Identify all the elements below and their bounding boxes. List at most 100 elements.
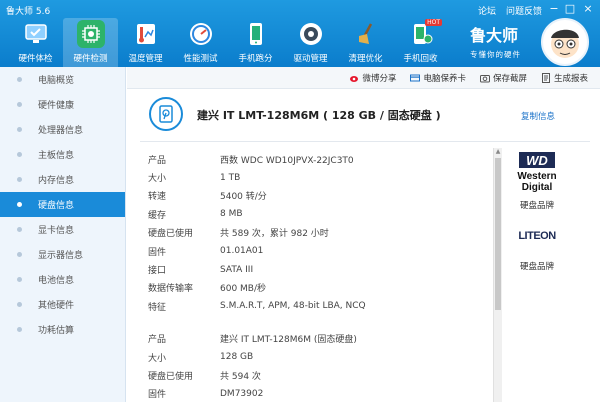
western-digital-brand: WD Western Digital 硬盘品牌 <box>510 150 564 211</box>
table-row: 硬盘已使用 共 589 次，累计 982 小时 <box>148 224 488 242</box>
row-key: 缓存 <box>148 210 167 221</box>
bullet-icon <box>17 152 22 157</box>
nav-label: 手机回收 <box>403 54 438 64</box>
row-key: 大小 <box>148 353 167 364</box>
sidebar-item-other[interactable]: 其他硬件 <box>0 292 125 317</box>
sidebar: 电脑概览 硬件健康 处理器信息 主板信息 内存信息 硬盘信息 显卡信息 显示器信… <box>0 67 126 402</box>
row-value: S.M.A.R.T, APM, 48-bit LBA, NCQ <box>220 301 366 312</box>
row-key: 接口 <box>148 266 167 277</box>
thermometer-icon <box>132 20 160 48</box>
nav-performance[interactable]: 性能测试 <box>173 18 228 67</box>
card-icon <box>410 74 421 81</box>
nav-label: 清理优化 <box>348 54 383 64</box>
table-row: 固件 01.01A01 <box>148 242 488 260</box>
save-screenshot-button[interactable]: 保存截屏 <box>479 72 527 84</box>
sidebar-item-monitor[interactable]: 显示器信息 <box>0 242 125 267</box>
sidebar-item-motherboard[interactable]: 主板信息 <box>0 142 125 167</box>
nav-hardware-detect[interactable]: 硬件检测 <box>63 18 118 67</box>
brand-caption: 硬盘品牌 <box>519 262 554 272</box>
row-value: 建兴 IT LMT-128M6M (固态硬盘) <box>220 335 357 346</box>
bullet-icon <box>17 277 22 282</box>
nav-phone-benchmark[interactable]: 手机跑分 <box>228 18 283 67</box>
western-digital-logo: WD Western Digital <box>515 150 559 194</box>
close-button[interactable]: × <box>582 2 594 15</box>
mascot-avatar[interactable] <box>541 18 589 66</box>
nav-clean[interactable]: 清理优化 <box>338 18 393 67</box>
brand: 鲁大师 专懂你的硬件 <box>470 22 521 60</box>
table-row: 转速 5400 转/分 <box>148 187 488 205</box>
sidebar-item-overview[interactable]: 电脑概览 <box>0 67 125 92</box>
tool-label: 生成报表 <box>553 73 588 84</box>
table-row: 产品 西数 WDC WD10JPVX-22JC3T0 <box>148 150 488 168</box>
row-key: 特征 <box>148 302 167 313</box>
liteon-brand: LITEON 硬盘品牌 <box>510 228 564 272</box>
nav-label: 驱动管理 <box>293 54 328 64</box>
sidebar-item-battery[interactable]: 电池信息 <box>0 267 125 292</box>
feedback-link[interactable]: 问题反馈 <box>506 4 542 17</box>
nav-label: 硬件体检 <box>18 54 53 64</box>
row-value: 01.01A01 <box>220 246 264 257</box>
tool-label: 微博分享 <box>362 73 397 84</box>
sidebar-item-power[interactable]: 功耗估算 <box>0 317 125 342</box>
nav-driver[interactable]: 驱动管理 <box>283 18 338 67</box>
scroll-thumb[interactable] <box>495 158 501 310</box>
generate-report-button[interactable]: 生成报表 <box>541 72 588 84</box>
speedometer-icon <box>187 20 215 48</box>
hot-badge: HOT <box>425 19 442 26</box>
nav-phone-recycle[interactable]: HOT 手机回收 <box>393 18 448 67</box>
sidebar-item-cpu[interactable]: 处理器信息 <box>0 117 125 142</box>
scroll-up-icon[interactable]: ▲ <box>494 148 502 157</box>
monitor-check-icon <box>22 20 50 48</box>
copy-info-link[interactable]: 复制信息 <box>521 110 555 122</box>
bullet-icon <box>17 327 22 332</box>
scrollbar[interactable]: ▲ <box>493 148 502 402</box>
maintenance-card-button[interactable]: 电脑保养卡 <box>410 72 466 84</box>
row-key: 硬盘已使用 <box>148 371 194 382</box>
nav-label: 硬件检测 <box>73 54 108 64</box>
sidebar-item-label: 显示器信息 <box>38 251 84 261</box>
phone-icon <box>242 20 270 48</box>
forum-link[interactable]: 论坛 <box>478 4 496 17</box>
tool-label: 电脑保养卡 <box>423 73 466 84</box>
nav-hardware-checkup[interactable]: 硬件体检 <box>8 18 63 67</box>
sidebar-item-label: 功耗估算 <box>38 326 75 336</box>
row-value: 共 589 次，累计 982 小时 <box>220 229 329 240</box>
broom-icon <box>352 20 380 48</box>
table-row: 固件 DM73902 <box>148 385 488 402</box>
nav-label: 温度管理 <box>128 54 163 64</box>
maximize-button[interactable]: □ <box>564 2 576 15</box>
sidebar-item-disk[interactable]: 硬盘信息 <box>0 192 125 217</box>
row-value: 西数 WDC WD10JPVX-22JC3T0 <box>220 155 354 166</box>
row-key: 固件 <box>148 247 167 258</box>
weibo-icon <box>350 75 359 82</box>
bullet-icon <box>17 177 22 182</box>
row-value: 共 594 次 <box>220 371 261 382</box>
row-key: 产品 <box>148 155 167 166</box>
bullet-icon <box>17 127 22 132</box>
tool-label: 保存截屏 <box>492 73 527 84</box>
bullet-icon <box>17 227 22 232</box>
table-row: 产品 建兴 IT LMT-128M6M (固态硬盘) <box>148 330 488 348</box>
table-row: 硬盘已使用 共 594 次 <box>148 366 488 384</box>
page-title: 建兴 IT LMT-128M6M ( 128 GB / 固态硬盘 ) <box>197 109 441 122</box>
row-key: 数据传输率 <box>148 284 194 295</box>
window-links: 论坛 问题反馈 <box>478 4 542 17</box>
disk-info-table: 产品 西数 WDC WD10JPVX-22JC3T0 大小 1 TB 转速 5400 … <box>148 150 488 402</box>
nav-temperature[interactable]: 温度管理 <box>118 18 173 67</box>
table-row: 缓存 8 MB <box>148 205 488 223</box>
sidebar-item-label: 显卡信息 <box>38 226 75 236</box>
row-key: 固件 <box>148 390 167 401</box>
brand-name: 鲁大师 <box>470 26 519 45</box>
sidebar-item-label: 处理器信息 <box>38 126 84 136</box>
weibo-share-button[interactable]: 微博分享 <box>349 72 396 84</box>
sidebar-item-health[interactable]: 硬件健康 <box>0 92 125 117</box>
minimize-button[interactable]: − <box>548 2 560 15</box>
nav-label: 性能测试 <box>183 54 218 64</box>
row-key: 产品 <box>148 335 167 346</box>
row-value: 600 MB/秒 <box>220 284 267 295</box>
brand-slogan: 专懂你的硬件 <box>470 50 521 59</box>
sidebar-item-memory[interactable]: 内存信息 <box>0 167 125 192</box>
sidebar-item-gpu[interactable]: 显卡信息 <box>0 217 125 242</box>
gear-icon <box>297 20 325 48</box>
sidebar-item-label: 内存信息 <box>38 176 75 186</box>
